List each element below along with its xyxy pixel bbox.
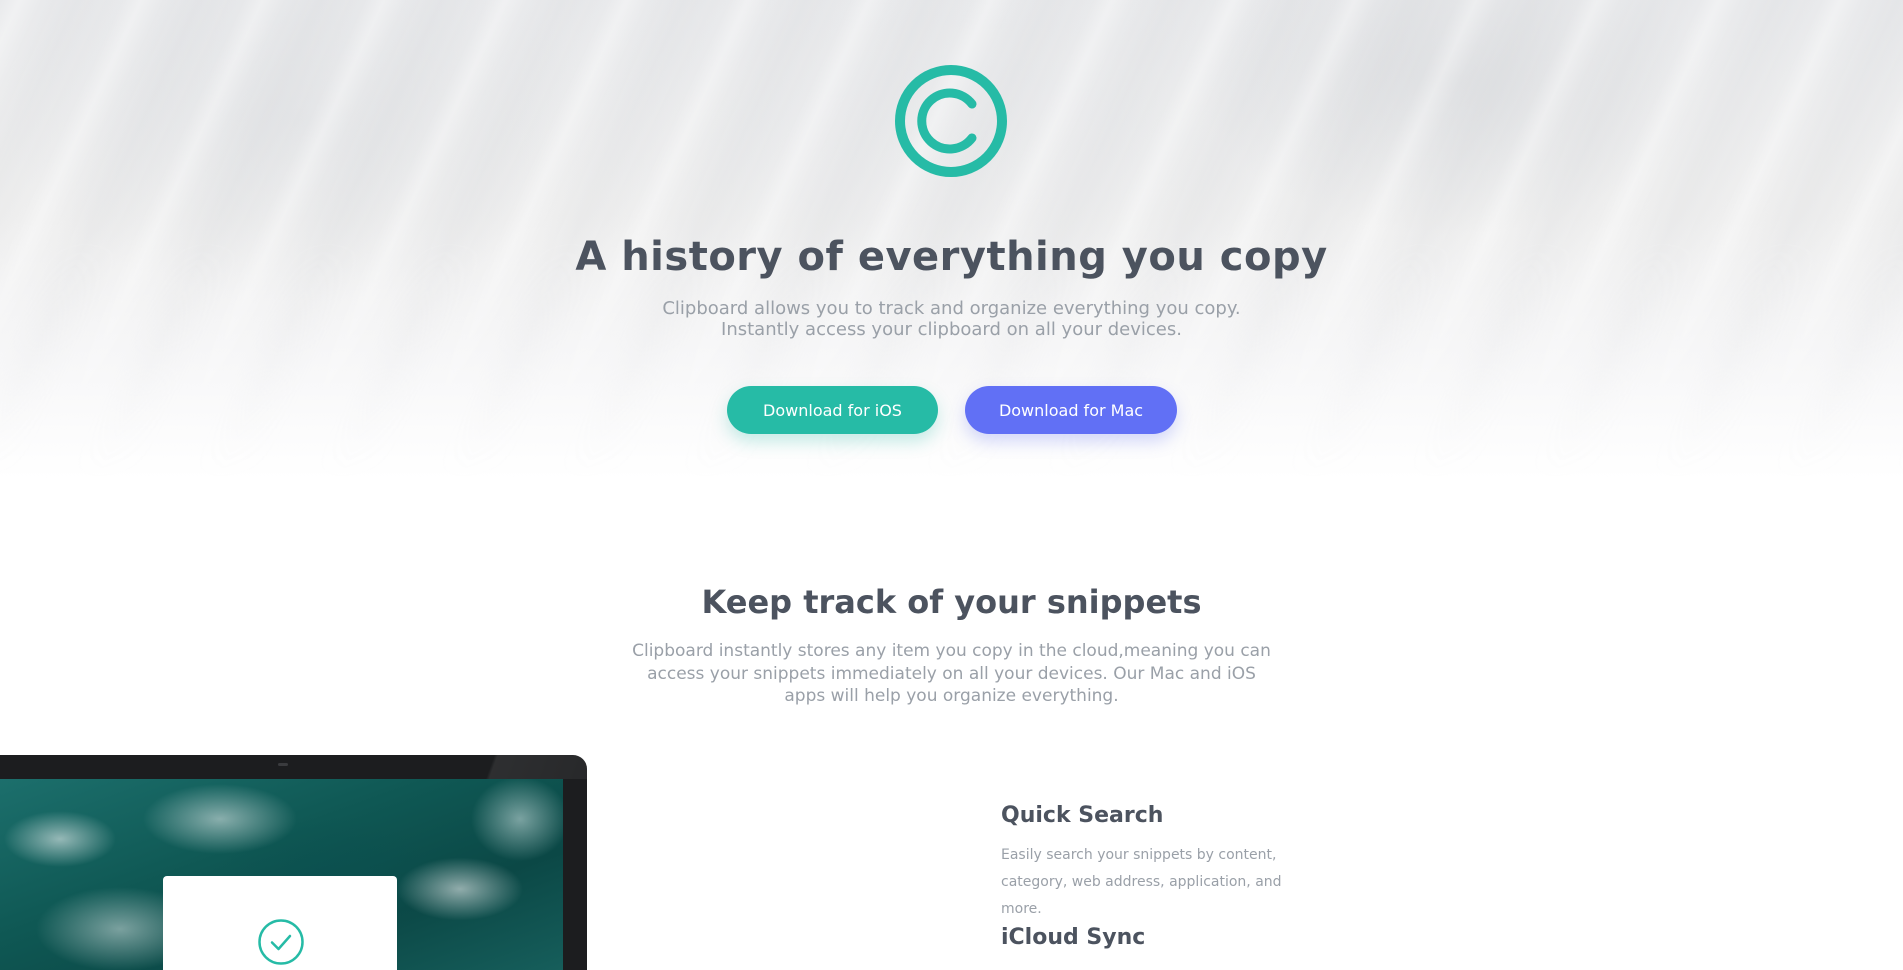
hero-section: A history of everything you copy Clipboa… — [0, 0, 1903, 480]
snippets-section-title: Keep track of your snippets — [701, 583, 1202, 621]
checkmark-circle-icon — [258, 919, 304, 965]
hero-title: A history of everything you copy — [575, 234, 1328, 280]
download-mac-button[interactable]: Download for Mac — [965, 386, 1177, 434]
copyright-icon — [895, 65, 1007, 177]
laptop-bezel-gloss — [427, 755, 587, 779]
feature-title-icloud-sync: iCloud Sync — [1001, 925, 1146, 950]
laptop-screen-ocean-wallpaper — [0, 779, 563, 970]
feature-desc-quick-search: Easily search your snippets by content, … — [1001, 847, 1282, 917]
laptop-mockup-image — [0, 755, 587, 970]
hero-subtitle: Clipboard allows you to track and organi… — [662, 298, 1241, 340]
snippets-section-subtitle: Clipboard instantly stores any item you … — [632, 641, 1271, 706]
laptop-camera — [278, 763, 288, 766]
download-ios-button[interactable]: Download for iOS — [727, 386, 938, 434]
feature-title-quick-search: Quick Search — [1001, 803, 1164, 828]
screen-app-card — [163, 876, 397, 970]
